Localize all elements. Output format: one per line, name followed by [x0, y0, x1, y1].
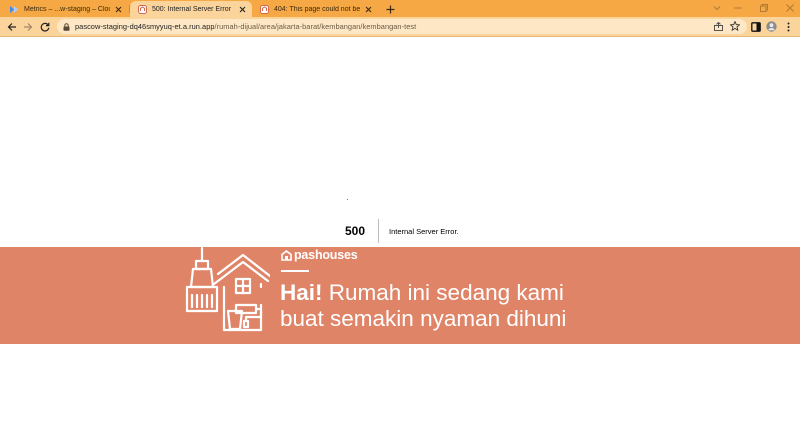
headline-line-1: Hai! Rumah ini sedang kami [280, 280, 640, 306]
pashouses-logo-icon [281, 249, 292, 261]
close-icon[interactable] [238, 5, 246, 13]
error-code: 500 [345, 224, 366, 238]
headline-greeting: Hai! [280, 280, 323, 305]
close-icon[interactable] [364, 5, 372, 13]
close-window-icon[interactable] [783, 2, 797, 14]
forward-button[interactable] [22, 21, 34, 33]
brand-logo: pashouses [281, 248, 358, 262]
error-divider [378, 219, 379, 243]
url-path: /rumah-dijual/area/jakarta-barat/kembang… [214, 22, 417, 31]
headline-text-1: Rumah ini sedang kami [322, 280, 564, 305]
browser-toolbar: pascow-staging-dq46smyyuq-et.a.run.app/r… [0, 17, 800, 37]
close-icon[interactable] [114, 5, 122, 13]
address-bar[interactable]: pascow-staging-dq46smyyuq-et.a.run.app/r… [57, 19, 747, 34]
pashouses-favicon [138, 4, 147, 14]
tab-search-icon[interactable] [710, 2, 724, 14]
new-tab-button[interactable] [384, 3, 396, 15]
tab-404-error[interactable]: 404: This page could not be found [252, 1, 378, 17]
bookmark-star-icon[interactable] [730, 21, 740, 31]
url-text: pascow-staging-dq46smyyuq-et.a.run.app/r… [75, 22, 416, 31]
reload-button[interactable] [39, 21, 51, 33]
tab-title: 500: Internal Server Error [152, 5, 231, 13]
back-button[interactable] [6, 21, 18, 33]
lock-icon[interactable] [63, 22, 70, 31]
cloud-run-icon [10, 5, 19, 14]
headline-line-2: buat semakin nyaman dihuni [280, 306, 567, 331]
stray-dot [347, 199, 348, 200]
error-message: Internal Server Error. [389, 227, 459, 236]
share-icon[interactable] [713, 21, 723, 31]
profile-avatar-icon[interactable] [766, 21, 777, 32]
pashouses-favicon [260, 4, 269, 14]
brand-underline [281, 270, 309, 272]
tab-metrics[interactable]: Metrics – ...w-staging – Cloud Run [2, 1, 128, 17]
tab-strip: Metrics – ...w-staging – Cloud Run 500: … [0, 0, 800, 17]
url-host: pascow-staging-dq46smyyuq-et.a.run.app [75, 22, 215, 31]
side-panel-icon[interactable] [750, 21, 761, 32]
more-menu-icon[interactable] [783, 21, 794, 32]
restore-icon[interactable] [757, 2, 771, 14]
minimize-icon[interactable] [731, 2, 745, 14]
tab-title: Metrics – ...w-staging – Cloud Run [24, 5, 110, 13]
tab-title: 404: This page could not be found [274, 5, 360, 13]
tab-500-error[interactable]: 500: Internal Server Error [130, 1, 252, 17]
brand-name: pashouses [294, 248, 358, 262]
house-renovation-icon [185, 247, 270, 332]
banner-headline: Hai! Rumah ini sedang kami buat semakin … [280, 280, 640, 332]
